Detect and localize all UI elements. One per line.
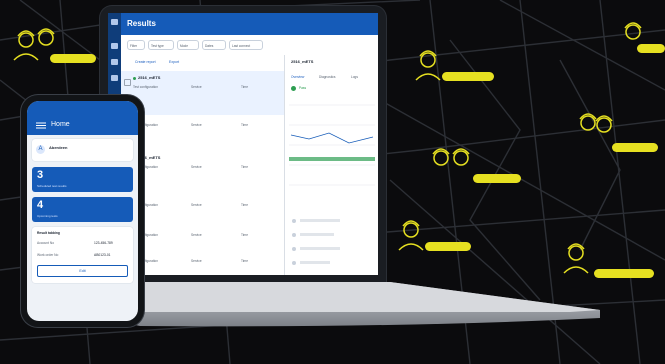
row-time: Time: [241, 85, 248, 89]
summary-card[interactable]: 4 Upcoming tests: [32, 197, 133, 222]
row-checkbox[interactable]: [124, 79, 131, 86]
export-button[interactable]: Export: [169, 60, 179, 64]
pass-icon: [291, 86, 296, 91]
field-label: Work order No: [37, 253, 59, 257]
row-time: Time: [241, 259, 248, 263]
phone-screen: Home A Aberdeen 3 Scheduled test results…: [27, 101, 138, 321]
summary-card[interactable]: 3 Scheduled test results: [32, 167, 133, 192]
field-value: 123-456-789: [94, 241, 113, 245]
diagnostic-chart: [289, 104, 375, 186]
summary-label: Scheduled test results: [37, 184, 67, 188]
tab-diagnostics[interactable]: Diagnostics: [319, 75, 335, 79]
devices-icon[interactable]: [111, 75, 118, 81]
technician-icon: [432, 148, 521, 183]
row-service: Service: [191, 259, 202, 263]
section-title: Result tabbing: [37, 231, 60, 235]
table-row[interactable]: Test configuration Service Time: [121, 115, 284, 152]
technician-icon: [398, 220, 471, 251]
user-name: Aberdeen: [49, 145, 68, 150]
row-time: Time: [241, 123, 248, 127]
technician-icon: [624, 22, 665, 53]
phone-title: Home: [51, 121, 70, 128]
results-icon[interactable]: [111, 59, 118, 65]
detail-panel: 2516_mETS Overview Diagnostics Logs Pass: [284, 55, 378, 275]
app-header: Results: [121, 13, 378, 35]
field-label: Account No: [37, 241, 55, 245]
summary-count: 4: [37, 199, 44, 211]
page-title: Results: [127, 19, 156, 28]
row-test: Test configuration: [133, 85, 158, 89]
field-value: AB0123-01: [94, 253, 111, 257]
table-row[interactable]: 2516_mETS Test configuration Service Tim…: [121, 151, 284, 196]
summary-count: 3: [37, 169, 44, 181]
filter-chip[interactable]: Test type: [148, 40, 174, 50]
action-bar: Create report Export: [121, 55, 284, 72]
status-dot: [133, 77, 136, 80]
filter-bar: Filter Test type Mode Dates Last connect: [121, 35, 378, 56]
phone-header: Home: [27, 101, 138, 135]
avatar: A: [36, 145, 45, 154]
table-row[interactable]: Test configuration Service Time: [121, 251, 284, 275]
technician-icon: [415, 50, 494, 81]
user-card[interactable]: A Aberdeen: [32, 139, 133, 161]
filter-chip[interactable]: Mode: [177, 40, 199, 50]
status-badge: Pass: [299, 86, 307, 90]
technician-icon: [579, 113, 658, 152]
edit-button[interactable]: Edit: [37, 265, 128, 277]
menu-icon[interactable]: [36, 122, 46, 129]
create-report-button[interactable]: Create report: [135, 60, 156, 64]
filter-chip[interactable]: Dates: [202, 40, 226, 50]
row-service: Service: [191, 85, 202, 89]
technician-icon: [13, 28, 96, 63]
row-service: Service: [191, 233, 202, 237]
tab-logs[interactable]: Logs: [351, 75, 358, 79]
tab-overview[interactable]: Overview: [291, 75, 304, 79]
result-card: Result tabbing Account No 123-456-789 Wo…: [32, 227, 133, 283]
menu-icon[interactable]: [111, 19, 118, 25]
hero-illustration: Results Filter Test type Mode Dates Last…: [0, 0, 665, 364]
row-id: 2516_mETS: [138, 75, 161, 80]
row-time: Time: [241, 165, 248, 169]
filter-chip[interactable]: Filter: [127, 40, 145, 50]
table-row[interactable]: Test configuration Service Time: [121, 195, 284, 226]
filter-chip[interactable]: Last connect: [229, 40, 263, 50]
results-list-mini: [292, 219, 340, 265]
dashboard-icon[interactable]: [111, 43, 118, 49]
row-time: Time: [241, 203, 248, 207]
laptop-base: [100, 282, 600, 327]
row-service: Service: [191, 123, 202, 127]
table-row[interactable]: Test configuration Service Time: [121, 225, 284, 252]
laptop-screen: Results Filter Test type Mode Dates Last…: [108, 13, 378, 275]
row-service: Service: [191, 165, 202, 169]
summary-label: Upcoming tests: [37, 214, 58, 218]
row-time: Time: [241, 233, 248, 237]
table-row[interactable]: 2516_mETS Test configuration Service Tim…: [121, 71, 284, 116]
detail-title: 2516_mETS: [291, 59, 314, 64]
row-service: Service: [191, 203, 202, 207]
